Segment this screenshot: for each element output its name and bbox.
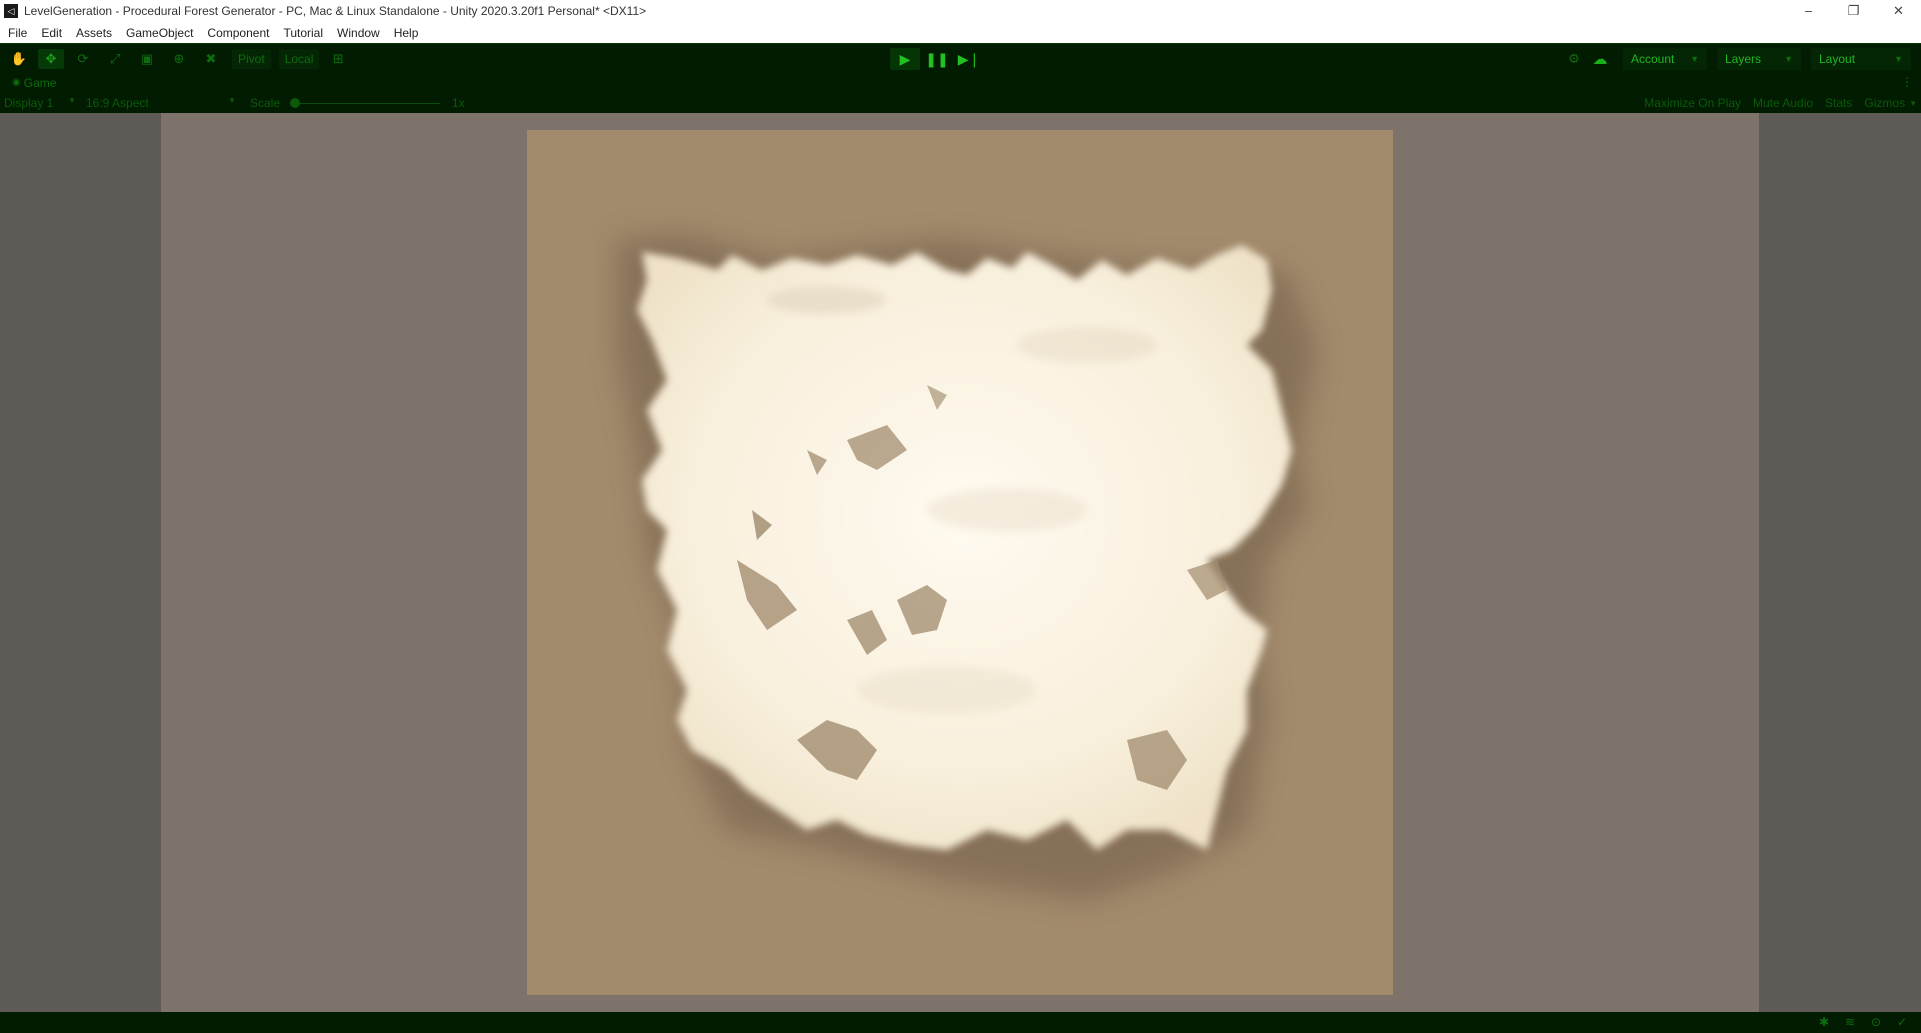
stats-toggle[interactable]: Stats	[1825, 96, 1852, 110]
unity-icon: ◁	[4, 4, 18, 18]
layout-dropdown[interactable]: Layout ▼	[1811, 48, 1911, 70]
chevron-down-icon: ▼	[1784, 54, 1793, 64]
menu-window[interactable]: Window	[337, 26, 380, 40]
menu-gameobject[interactable]: GameObject	[126, 26, 193, 40]
restore-button[interactable]: ❐	[1831, 0, 1876, 22]
transform-tool-icon[interactable]: ⊕	[166, 49, 192, 69]
mute-audio-toggle[interactable]: Mute Audio	[1753, 96, 1813, 110]
maximize-on-play-toggle[interactable]: Maximize On Play	[1644, 96, 1741, 110]
tab-bar: ◉ Game ⋮	[0, 73, 1921, 93]
layers-dropdown[interactable]: Layers ▼	[1717, 48, 1801, 70]
status-bar: ✱ ≋ ⊙ ✓	[0, 1012, 1921, 1033]
menu-help[interactable]: Help	[394, 26, 419, 40]
cloud-icon[interactable]: ☁	[1587, 50, 1613, 68]
chevron-down-icon: ▼	[68, 96, 76, 105]
step-button[interactable]: ▶❘	[954, 48, 984, 70]
menu-assets[interactable]: Assets	[76, 26, 112, 40]
scale-slider[interactable]	[290, 98, 441, 108]
aspect-label: 16:9 Aspect	[86, 96, 149, 110]
pause-button[interactable]: ❚❚	[922, 48, 952, 70]
collab-icon[interactable]: ⚙	[1561, 51, 1587, 67]
menu-component[interactable]: Component	[207, 26, 269, 40]
account-dropdown[interactable]: Account ▼	[1623, 48, 1707, 70]
terrain-image	[527, 130, 1393, 995]
tab-game[interactable]: ◉ Game	[4, 74, 64, 92]
menu-bar: File Edit Assets GameObject Component Tu…	[0, 22, 1921, 43]
local-toggle[interactable]: Local	[278, 48, 320, 69]
tab-game-label: Game	[23, 76, 57, 90]
window-title: LevelGeneration - Procedural Forest Gene…	[24, 4, 647, 18]
close-button[interactable]: ✕	[1876, 0, 1921, 22]
window-title-bar: ◁ LevelGeneration - Procedural Forest Ge…	[0, 0, 1921, 22]
hand-tool-icon[interactable]: ✋	[6, 49, 32, 69]
layers-status-icon[interactable]: ≋	[1837, 1015, 1863, 1029]
game-viewport-area	[0, 113, 1921, 1012]
tab-menu-icon[interactable]: ⋮	[1901, 75, 1913, 89]
pivot-toggle[interactable]: Pivot	[232, 48, 271, 69]
gizmos-dropdown[interactable]: Gizmos	[1864, 96, 1905, 110]
chevron-down-icon: ▼	[1690, 54, 1699, 64]
rotate-tool-icon[interactable]: ⟳	[70, 49, 96, 69]
game-controller-icon: ◉	[12, 77, 21, 88]
account-label: Account	[1631, 52, 1675, 66]
chevron-down-icon: ▼	[228, 96, 236, 105]
window-controls: – ❐ ✕	[1786, 0, 1921, 22]
scale-value: 1x	[452, 96, 465, 110]
transform-tools: ✋ ✥ ⟳ ⤢ ▣ ⊕ ✖	[0, 48, 224, 69]
scale-slider-thumb[interactable]	[290, 98, 301, 108]
check-icon[interactable]: ✓	[1889, 1015, 1915, 1029]
main-toolbar: ✋ ✥ ⟳ ⤢ ▣ ⊕ ✖ Pivot Local ⊞ ▶ ❚❚ ▶❘ ⚙ ☁ …	[0, 43, 1921, 73]
menu-tutorial[interactable]: Tutorial	[283, 26, 323, 40]
move-tool-icon[interactable]: ✥	[38, 48, 64, 69]
game-view-toolbar: Display 1 ▼ 16:9 Aspect ▼ Scale 1x Maxim…	[0, 93, 1921, 113]
minimize-button[interactable]: –	[1786, 0, 1831, 22]
display-dropdown[interactable]: Display 1 ▼	[4, 96, 76, 110]
play-button[interactable]: ▶	[890, 48, 920, 70]
terrain-render	[527, 130, 1393, 995]
game-viewport[interactable]	[161, 113, 1759, 1012]
scale-slider-track	[290, 103, 441, 104]
custom-tool-icon[interactable]: ✖	[198, 49, 224, 69]
aspect-dropdown[interactable]: 16:9 Aspect ▼	[86, 96, 236, 110]
rect-tool-icon[interactable]: ▣	[134, 49, 160, 69]
grid-snap-icon[interactable]: ⊞	[325, 49, 351, 69]
scale-tool-icon[interactable]: ⤢	[102, 49, 128, 69]
chevron-down-icon[interactable]: ▼	[1909, 99, 1917, 108]
search-status-icon[interactable]: ⊙	[1863, 1015, 1889, 1029]
chevron-down-icon: ▼	[1894, 54, 1903, 64]
toolbar-right: ⚙ ☁ Account ▼ Layers ▼ Layout ▼	[1561, 48, 1911, 70]
status-icons: ✱ ≋ ⊙ ✓	[1811, 1015, 1915, 1029]
scale-label: Scale	[250, 96, 281, 110]
menu-edit[interactable]: Edit	[41, 26, 62, 40]
layers-label: Layers	[1725, 52, 1762, 66]
display-label: Display 1	[4, 96, 54, 110]
game-view-options: Maximize On Play Mute Audio Stats Gizmos…	[1632, 93, 1917, 113]
play-controls: ▶ ❚❚ ▶❘	[890, 48, 986, 70]
layout-label: Layout	[1819, 52, 1856, 66]
bug-icon[interactable]: ✱	[1811, 1015, 1837, 1029]
menu-file[interactable]: File	[8, 26, 27, 40]
